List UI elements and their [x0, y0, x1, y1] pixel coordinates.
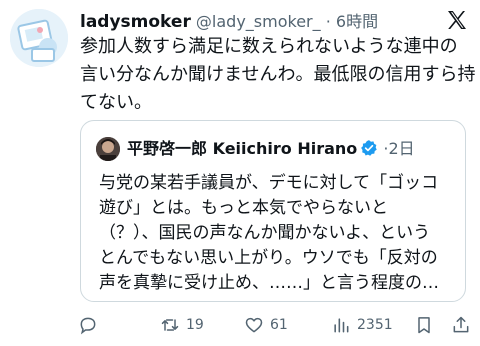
retweet-button[interactable]: 19 — [160, 314, 204, 336]
quoted-text-line: 与党の某若手議員が、デモに対して「ゴッコ — [99, 173, 439, 193]
verified-badge-icon — [360, 139, 378, 157]
user-avatar[interactable] — [10, 9, 68, 67]
quoted-date: 2日 — [388, 139, 415, 158]
action-bar: 19 61 2351 — [78, 306, 476, 342]
post-header: ladysmoker @lady_smoker_ · 6時間 — [80, 8, 440, 32]
speech-bubble-icon — [80, 317, 96, 335]
quoted-text-line: 遊び」とは。もっと本気でやらないと — [99, 198, 388, 218]
views-button[interactable]: 2351 — [331, 314, 393, 336]
retweet-icon — [161, 319, 179, 331]
user-handle[interactable]: @lady_smoker_ — [196, 12, 321, 31]
display-name[interactable]: ladysmoker — [80, 12, 191, 32]
x-logo-icon[interactable] — [445, 8, 469, 32]
quoted-text-line: （？）、国民の声なんか聞かないよ、という — [99, 223, 431, 243]
bar-chart-icon — [334, 318, 349, 333]
quoted-post[interactable]: 平野啓一郎 Keiichiro Hirano ·2日 与党の某若手議員が、デモに… — [80, 120, 466, 302]
share-icon — [453, 316, 469, 333]
post-time[interactable]: 6時間 — [336, 12, 378, 31]
like-count: 61 — [270, 317, 288, 333]
share-button[interactable] — [451, 314, 471, 336]
quoted-header: 平野啓一郎 Keiichiro Hirano ·2日 — [127, 135, 415, 161]
post-text-line: 参加人数すら満足に数えられないような連中の — [80, 36, 458, 57]
heart-icon — [245, 317, 263, 333]
like-button[interactable]: 61 — [244, 314, 288, 336]
avatar-illustration — [10, 9, 68, 67]
reply-button[interactable] — [78, 314, 98, 336]
quoted-text-line: 声を真摯に受け止め、……」と言う程度の… — [99, 273, 439, 293]
bookmark-icon — [418, 317, 430, 334]
bookmark-button[interactable] — [414, 314, 434, 336]
time-separator: · — [325, 12, 331, 31]
post-text-line: 言い分なんか聞けませんわ。最低限の信用すら持 — [80, 64, 476, 85]
quoted-text-line: とんでもない思い上がり。ウソでも「反対の — [99, 248, 438, 268]
retweet-count: 19 — [186, 317, 204, 333]
quoted-display-name: 平野啓一郎 Keiichiro Hirano — [127, 139, 358, 158]
post-text: 参加人数すら満足に数えられないような連中の 言い分なんか聞けませんわ。最低限の信… — [80, 33, 476, 117]
view-count: 2351 — [357, 317, 393, 333]
post-text-line: てない。 — [80, 92, 152, 113]
quoted-text: 与党の某若手議員が、デモに対して「ゴッコ 遊び」とは。もっと本気でやらないと （… — [99, 171, 459, 296]
quoted-user-avatar — [96, 137, 120, 161]
